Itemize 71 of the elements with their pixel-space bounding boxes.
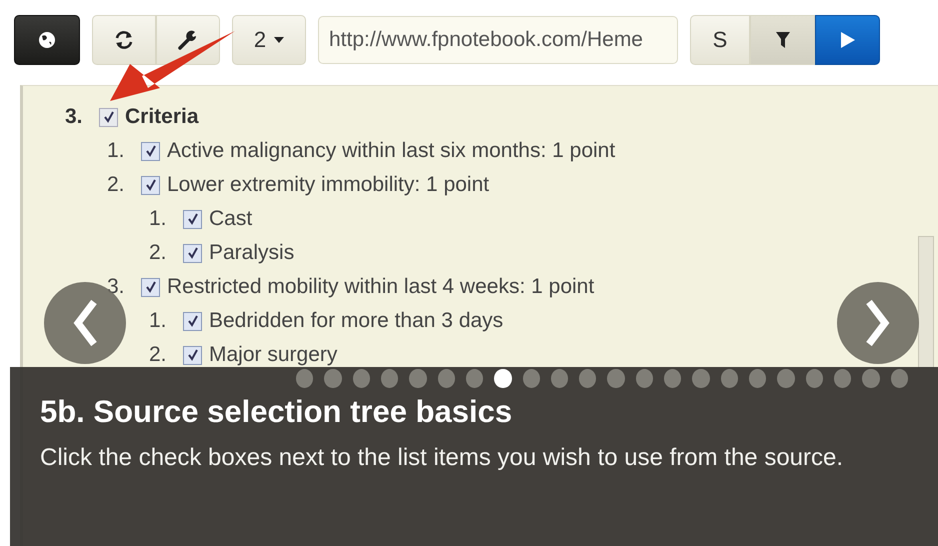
caret-icon — [274, 37, 284, 43]
checkmark-icon — [144, 179, 156, 191]
list-number: 3. — [65, 105, 84, 129]
slide-dot[interactable] — [834, 369, 852, 388]
checkbox[interactable] — [183, 346, 202, 364]
refresh-button[interactable] — [92, 15, 156, 65]
slide-dot[interactable] — [579, 369, 596, 388]
s-button[interactable]: S — [690, 15, 750, 65]
checkbox[interactable] — [141, 278, 160, 296]
list-number: 1. — [149, 309, 168, 333]
item-label: Restricted mobility within last 4 weeks: 1 point — [167, 275, 594, 299]
wrench-icon — [177, 29, 199, 51]
checkmark-icon — [186, 247, 198, 259]
slide-dot[interactable] — [806, 369, 823, 388]
slide-dot[interactable] — [777, 369, 795, 388]
list-number: 2. — [149, 241, 168, 265]
funnel-icon — [774, 30, 790, 50]
checkmark-icon — [144, 145, 156, 157]
globe-button[interactable] — [14, 15, 80, 65]
slide-dot[interactable] — [409, 369, 427, 388]
page-count-dropdown[interactable]: 2 — [232, 15, 306, 65]
wrench-button[interactable] — [156, 15, 220, 65]
slide-dot[interactable] — [607, 369, 625, 388]
slide-dot[interactable] — [324, 369, 342, 388]
list-number: 2. — [149, 343, 168, 367]
checkbox[interactable] — [183, 244, 202, 262]
refresh-icon — [113, 29, 135, 51]
slide-dot[interactable] — [522, 369, 540, 388]
caption-title: 5b. Source selection tree basics — [40, 394, 514, 430]
slide-dot[interactable] — [438, 369, 455, 388]
slide-dot[interactable] — [692, 369, 710, 388]
slide-dot[interactable] — [466, 369, 484, 388]
item-label: Cast — [209, 207, 252, 231]
caption-text: Click the check boxes next to the list items you wish to use from the source. — [40, 443, 844, 473]
slide-dot[interactable] — [749, 369, 766, 388]
slide-dot[interactable] — [720, 369, 738, 388]
item-label: Criteria — [125, 105, 199, 129]
checkmark-icon — [144, 281, 156, 293]
slide-dot[interactable] — [494, 369, 512, 388]
slide-dot[interactable] — [862, 369, 880, 388]
list-number: 2. — [107, 173, 126, 197]
checkmark-icon — [186, 349, 198, 361]
filter-button[interactable] — [750, 15, 815, 65]
checkbox[interactable] — [141, 176, 160, 194]
checkbox[interactable] — [183, 210, 202, 228]
globe-icon — [37, 30, 57, 50]
play-icon — [840, 31, 856, 49]
list-number: 3. — [107, 275, 126, 299]
item-label: Major surgery — [209, 343, 338, 367]
slide-dot[interactable] — [664, 369, 682, 388]
slide-dot[interactable] — [380, 369, 398, 388]
play-button[interactable] — [815, 15, 880, 65]
item-label: Paralysis — [209, 241, 294, 265]
slide-dot[interactable] — [296, 369, 314, 388]
checkbox[interactable] — [183, 312, 202, 330]
item-label: Lower extremity immobility: 1 point — [167, 173, 490, 197]
url-field[interactable]: http://www.fpnotebook.com/Heme — [318, 16, 678, 64]
slide-dot[interactable] — [550, 369, 568, 388]
checkmark-icon — [186, 315, 198, 327]
checkmark-icon — [102, 111, 114, 123]
slide-dot[interactable] — [352, 369, 370, 388]
list-number: 1. — [149, 207, 168, 231]
checkbox[interactable] — [141, 142, 160, 160]
slide-dot[interactable] — [636, 369, 654, 388]
slide-dot[interactable] — [890, 369, 908, 388]
item-label: Bedridden for more than 3 days — [209, 309, 504, 333]
list-number: 1. — [107, 139, 126, 163]
item-label: Active malignancy within last six months: 1 point — [167, 139, 616, 163]
checkmark-icon — [186, 213, 198, 225]
checkbox[interactable] — [99, 108, 118, 126]
scrollbar[interactable] — [918, 236, 934, 368]
